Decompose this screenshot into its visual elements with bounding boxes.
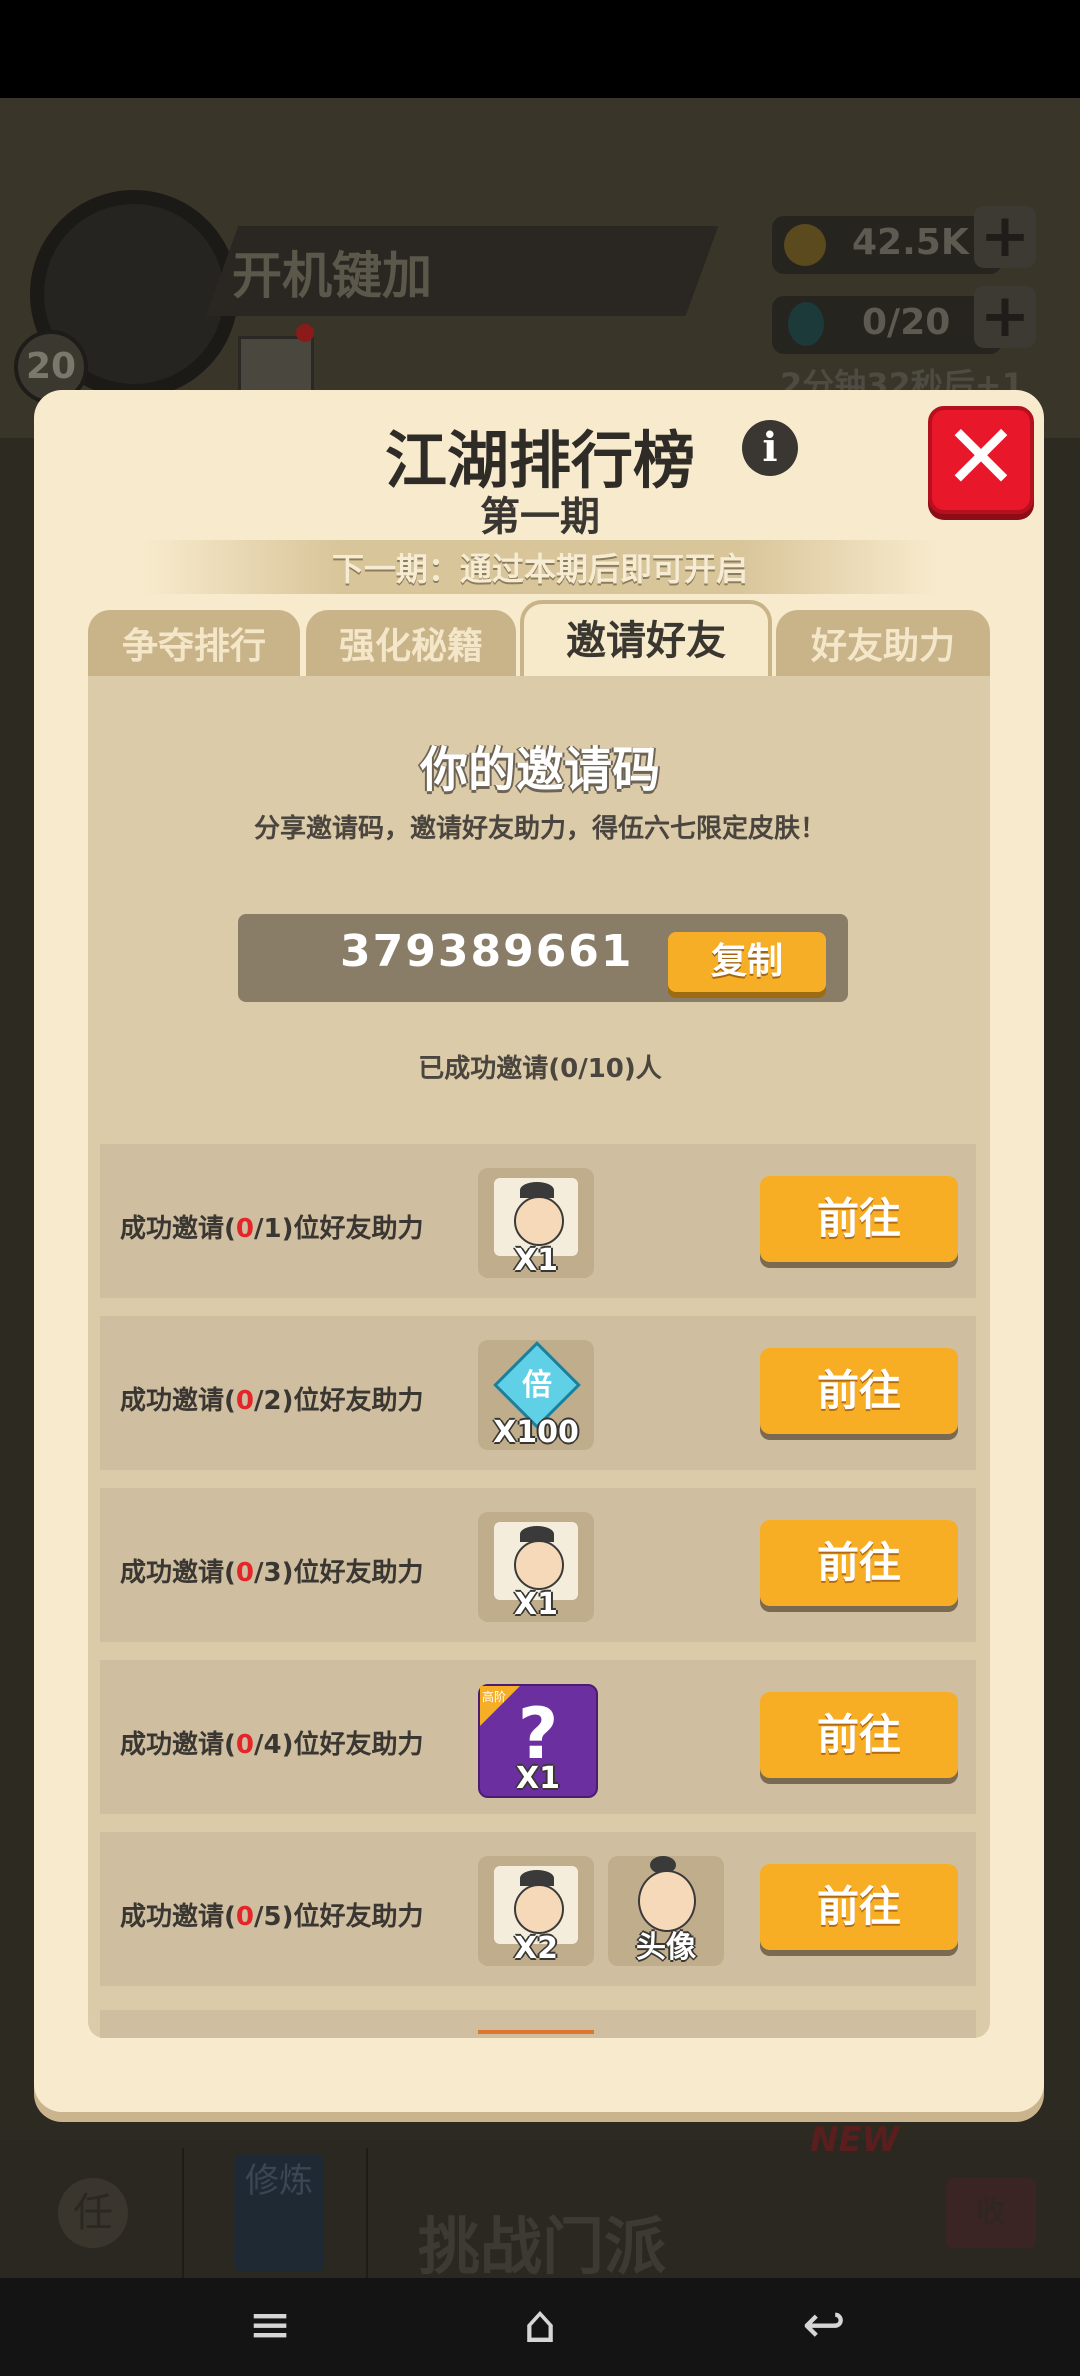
coin-icon: [784, 224, 826, 266]
go-button[interactable]: 前往: [760, 1864, 958, 1950]
reward-row-label: 成功邀请(0/3)位好友助力: [120, 1558, 424, 1588]
coin-value: 42.5K: [852, 222, 969, 263]
reward-item[interactable]: X1: [478, 1512, 594, 1622]
diamond-glyph: 倍: [522, 1368, 552, 1403]
reward-quantity: X1: [513, 1243, 558, 1278]
home-icon[interactable]: ⌂: [500, 2290, 580, 2360]
player-name: 开机键加: [232, 247, 432, 305]
nav-task-button[interactable]: 任: [0, 2148, 184, 2280]
add-gems-button[interactable]: +: [974, 286, 1036, 348]
nav-challenge-label[interactable]: 挑战门派: [418, 2196, 666, 2286]
add-coins-button[interactable]: +: [974, 206, 1036, 268]
reward-row-label: 成功邀请(0/1)位好友助力: [120, 1214, 424, 1244]
gem-icon: [788, 302, 824, 346]
invite-code-title: 你的邀请码: [419, 742, 660, 798]
nav-task-icon: 任: [58, 2178, 128, 2248]
nav-training-button[interactable]: 修炼: [184, 2148, 368, 2280]
next-period-text: 下一期：通过本期后即可开启: [331, 550, 748, 588]
reward-item[interactable]: 高阶 ? X1: [478, 1684, 598, 1798]
go-button[interactable]: 前往: [760, 1176, 958, 1262]
tab-friend-help[interactable]: 好友助力: [776, 610, 990, 676]
reward-quantity: X100: [493, 1415, 579, 1450]
mail-icon[interactable]: [238, 336, 314, 396]
copy-button[interactable]: 复制: [668, 932, 826, 992]
modal-subtitle: 第一期: [480, 494, 600, 540]
reward-item[interactable]: X1: [478, 1168, 594, 1278]
scroll-indicator: [478, 2030, 594, 2034]
nav-training-icon: 修炼: [234, 2154, 324, 2272]
invite-code-value: 379389661: [340, 926, 634, 977]
new-badge: NEW: [810, 2120, 900, 2160]
reward-quantity: X1: [513, 1587, 558, 1622]
reward-quantity: X2: [513, 1931, 558, 1966]
go-button[interactable]: 前往: [760, 1692, 958, 1778]
reward-row-label: 成功邀请(0/5)位好友助力: [120, 1902, 424, 1932]
go-button[interactable]: 前往: [760, 1520, 958, 1606]
back-icon[interactable]: ↩: [784, 2290, 864, 2360]
notification-dot: [296, 324, 314, 342]
reward-row-label: 成功邀请(0/2)位好友助力: [120, 1386, 424, 1416]
go-button[interactable]: 前往: [760, 1348, 958, 1434]
reward-quantity: 头像: [636, 1930, 696, 1965]
reward-row-label: 成功邀请(0/4)位好友助力: [120, 1730, 424, 1760]
nav-collect-icon: 收: [946, 2178, 1036, 2248]
reward-quantity: X1: [515, 1761, 560, 1796]
reward-item[interactable]: 头像: [608, 1856, 724, 1966]
tab-invite-friends[interactable]: 邀请好友: [520, 600, 772, 680]
gem-value: 0/20: [862, 302, 951, 343]
nav-collect-button[interactable]: 收: [900, 2148, 1080, 2280]
rarity-tag: 高阶: [482, 1690, 507, 1704]
reward-item[interactable]: X2: [478, 1856, 594, 1966]
info-icon[interactable]: i: [742, 420, 798, 476]
tab-ranking[interactable]: 争夺排行: [88, 610, 300, 676]
menu-icon[interactable]: ≡: [230, 2290, 310, 2360]
invite-code-description: 分享邀请码，邀请好友助力，得伍六七限定皮肤！: [253, 814, 826, 844]
tab-upgrade-manual[interactable]: 强化秘籍: [306, 610, 516, 676]
invited-count: 已成功邀请(0/10)人: [418, 1054, 662, 1084]
status-bar: [0, 0, 1080, 98]
reward-item[interactable]: 倍 X100: [478, 1340, 594, 1450]
